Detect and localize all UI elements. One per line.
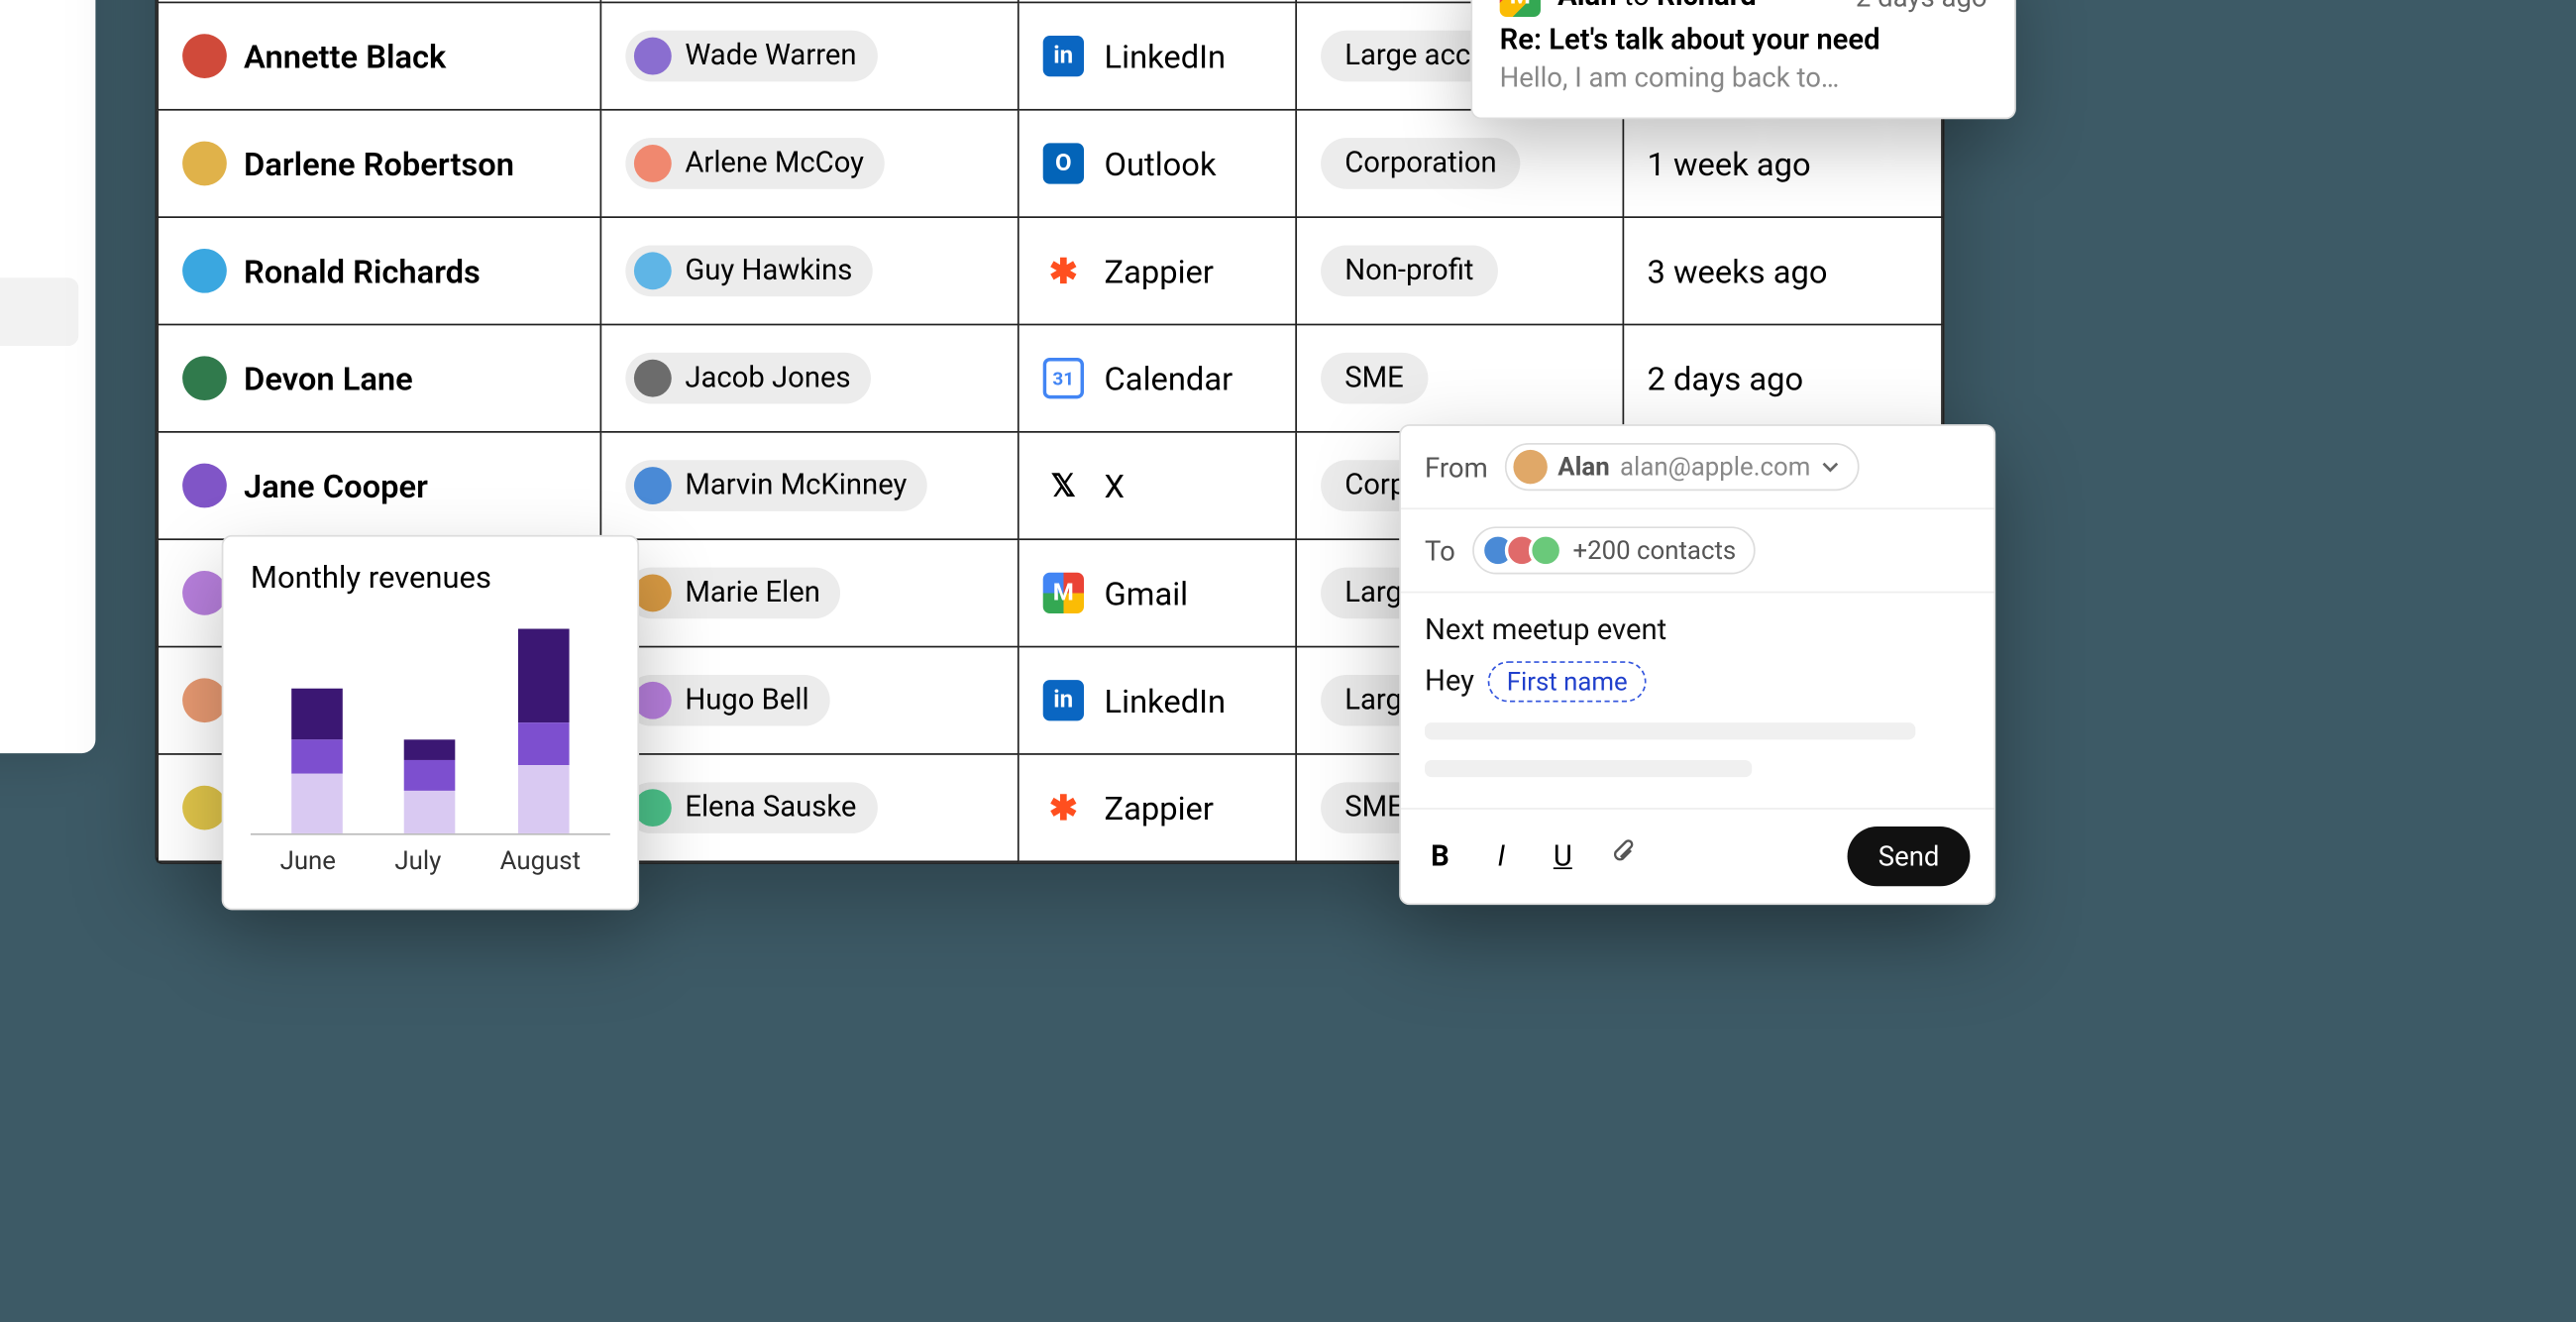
chevron-down-icon: [1821, 457, 1842, 478]
nav-recruiting[interactable]: 💼 Recruiting: [0, 142, 78, 210]
connection-pill[interactable]: Marie Elen: [625, 568, 840, 619]
connection-pill[interactable]: Marvin McKinney: [625, 460, 927, 511]
to-pill[interactable]: +200 contacts: [1472, 526, 1755, 574]
sync-source: ✱Zappier: [1043, 251, 1272, 291]
nav-lead-pipeline[interactable]: Lead pipeline: [0, 412, 78, 479]
nav-investing[interactable]: $ Investing: [0, 209, 78, 277]
compose-card: From Alan alan@apple.com To +200 contact…: [1399, 424, 1995, 905]
contact-name: Annette Black: [244, 37, 446, 76]
last-interaction: 1 week ago: [1648, 144, 1811, 183]
avatar: [182, 142, 227, 186]
avatar: [1514, 450, 1548, 484]
table-row[interactable]: Devon Lane Jacob Jones 31Calendar SME 2 days…: [158, 325, 1942, 432]
last-interaction: 3 weeks ago: [1648, 252, 1828, 291]
nav-all-leads[interactable]: All leads: [0, 346, 78, 412]
nav-messages[interactable]: Messages: [0, 50, 78, 118]
type-tag: Corporation: [1321, 138, 1521, 189]
preview-body: Hello, I am coming back to…: [1500, 61, 1987, 94]
last-interaction: 2 days ago: [1648, 359, 1804, 398]
compose-toolbar: B I U Send: [1401, 808, 1994, 903]
table-row[interactable]: Darlene Robertson Arlene McCoy OOutlook Cor…: [158, 110, 1942, 217]
nav-partnership[interactable]: 🤝 Partnership: [0, 637, 78, 706]
contact-name: Jane Cooper: [244, 466, 428, 505]
bold-button[interactable]: B: [1425, 839, 1455, 873]
interaction-preview-card: M Alan to Richard 2 days ago Re: Let's t…: [1470, 0, 2015, 119]
type-tag: SME: [1321, 353, 1428, 404]
avatar: [182, 571, 227, 615]
nav-fundraisings[interactable]: 📈 Fundraisings: [0, 569, 78, 637]
compose-body[interactable]: Next meetup event Hey First name: [1401, 593, 1994, 808]
sync-source: 31Calendar: [1043, 358, 1272, 398]
connection-pill[interactable]: Arlene McCoy: [625, 138, 885, 189]
compose-to-row: To +200 contacts: [1401, 509, 1994, 593]
sync-source: ✱Zappier: [1043, 787, 1272, 827]
connection-pill[interactable]: Elena Sauske: [625, 782, 877, 833]
compose-from-row: From Alan alan@apple.com: [1401, 426, 1994, 509]
connection-pill[interactable]: Guy Hawkins: [625, 246, 873, 297]
nav-analytics[interactable]: Analytics: [0, 479, 78, 545]
attach-button[interactable]: [1609, 838, 1640, 874]
placeholder-line: [1425, 722, 1915, 739]
chart-x-labels: JuneJulyAugust: [251, 845, 610, 876]
sync-source: MGmail: [1043, 573, 1272, 613]
preview-subject: Re: Let's talk about your need: [1500, 24, 1987, 57]
nav-sales-sub: All leads Lead pipeline Analytics: [0, 346, 78, 545]
sync-source: OOutlook: [1043, 143, 1272, 183]
type-tag: Non-profit: [1321, 246, 1497, 297]
connection-pill[interactable]: Hugo Bell: [625, 675, 829, 726]
send-button[interactable]: Send: [1848, 826, 1971, 886]
avatar: [182, 678, 227, 722]
chart-bars: [251, 613, 610, 835]
contact-name: Ronald Richards: [244, 252, 481, 291]
connection-pill[interactable]: Jacob Jones: [625, 353, 871, 404]
from-pill[interactable]: Alan alan@apple.com: [1505, 443, 1860, 491]
connection-pill[interactable]: Wade Warren: [625, 31, 877, 82]
compose-subject: Next meetup event: [1425, 613, 1970, 647]
revenue-chart-card: Monthly revenues JuneJulyAugust: [222, 535, 639, 910]
placeholder-line: [1425, 760, 1752, 777]
preview-time: 2 days ago: [1856, 0, 1987, 13]
nav-notifications[interactable]: Notifications: [0, 0, 78, 50]
contact-name: Devon Lane: [244, 359, 413, 398]
sidebar: Acme Search Notifications Messages 💼 Rec…: [0, 0, 95, 753]
sync-source: 𝕏X: [1043, 465, 1272, 505]
chart-title: Monthly revenues: [251, 561, 610, 597]
avatar: [182, 356, 227, 400]
avatar: [182, 786, 227, 830]
nav-sales[interactable]: 🚀 Sales: [0, 277, 78, 346]
sync-source: inLinkedIn: [1043, 680, 1272, 720]
avatar-stack: [1481, 533, 1563, 567]
italic-button[interactable]: I: [1486, 839, 1517, 873]
gmail-icon: M: [1500, 0, 1541, 17]
avatar: [182, 249, 227, 293]
avatar: [182, 464, 227, 508]
contact-name: Darlene Robertson: [244, 144, 514, 183]
avatar: [182, 34, 227, 78]
underline-button[interactable]: U: [1548, 839, 1578, 873]
table-row[interactable]: Ronald Richards Guy Hawkins ✱Zappier Non-pr…: [158, 217, 1942, 324]
merge-token-first-name[interactable]: First name: [1488, 661, 1647, 702]
sync-source: inLinkedIn: [1043, 36, 1272, 76]
